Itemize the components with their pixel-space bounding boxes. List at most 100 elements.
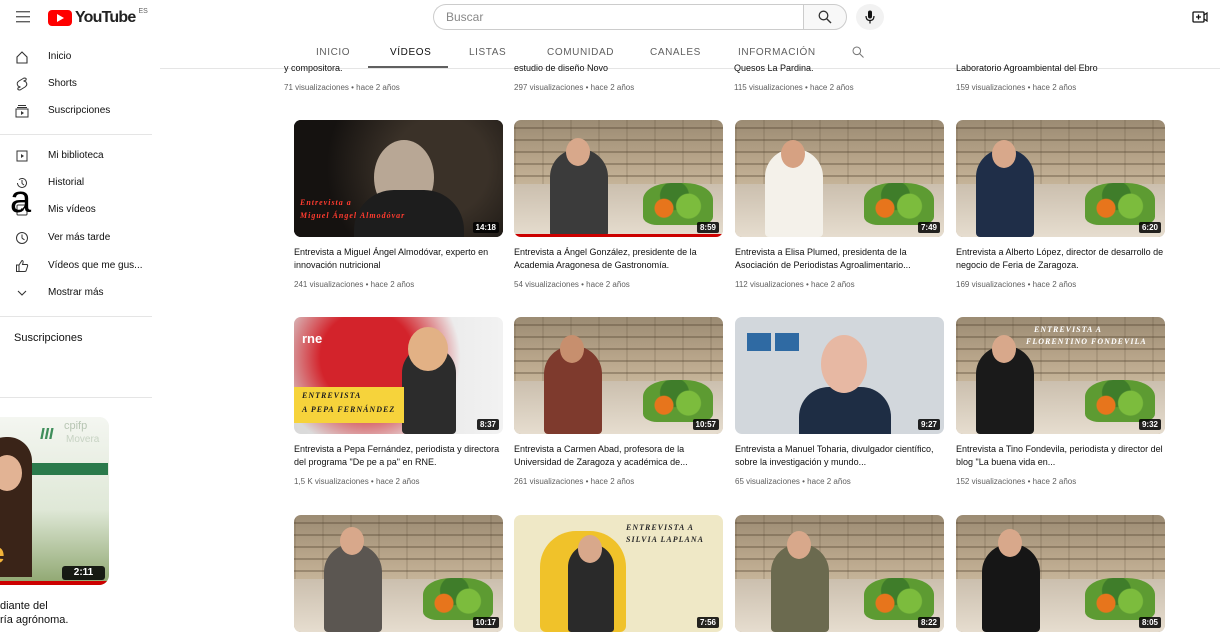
channel-search-icon[interactable] — [852, 45, 864, 63]
sidebar-item-ver-mas-tarde[interactable]: Ver más tarde — [0, 226, 160, 252]
promo-title[interactable]: diante del ría agrónoma. — [0, 599, 68, 627]
sidebar-item-biblioteca[interactable]: Mi biblioteca — [0, 144, 160, 170]
promo-thumbnail[interactable]: III cpifp Movera e — [0, 417, 109, 585]
search-button[interactable] — [803, 4, 847, 30]
sidebar-divider — [0, 134, 152, 135]
video-title[interactable]: Entrevista a Pepa Fernández, periodista … — [294, 443, 506, 469]
video-meta: 54 visualizaciones • hace 2 años — [514, 280, 630, 289]
video-thumbnail[interactable]: 9:27 — [735, 317, 944, 434]
tab-canales[interactable]: CANALES — [650, 47, 701, 58]
microphone-icon — [865, 10, 875, 24]
video-thumbnail[interactable]: 10:17 — [294, 515, 503, 632]
thumb-person-head — [408, 327, 448, 371]
video-meta: 152 visualizaciones • hace 2 años — [956, 477, 1077, 486]
video-title[interactable]: Entrevista a Tino Fondevila, periodista … — [956, 443, 1168, 469]
video-thumbnail[interactable]: 10:57 — [514, 317, 723, 434]
video-duration: 9:27 — [917, 419, 940, 430]
chevron-down-icon — [14, 286, 30, 302]
video-thumbnail[interactable]: 7:49 — [735, 120, 944, 237]
thumb-overlay-line1: ENTREVISTA A — [1034, 325, 1102, 334]
video-meta: 1,5 K visualizaciones • hace 2 años — [294, 477, 420, 486]
video-duration: 8:05 — [1138, 617, 1161, 628]
promo-banner — [28, 463, 108, 475]
shorts-icon — [14, 77, 30, 93]
video-title[interactable]: Entrevista a Alberto López, director de … — [956, 246, 1168, 272]
sidebar-item-label: Ver más tarde — [48, 232, 111, 243]
tab-comunidad[interactable]: COMUNIDAD — [547, 47, 614, 58]
promo-brand-mark: III — [40, 426, 54, 443]
thumb-overlay-line2: FLORENTINO FONDEVILA — [1026, 337, 1147, 346]
video-thumbnail[interactable]: 8:59 — [514, 120, 723, 237]
thumb-vegetables — [864, 578, 934, 620]
sidebar-divider — [0, 397, 152, 398]
video-title[interactable]: Entrevista a Carmen Abad, profesora de l… — [514, 443, 726, 469]
sidebar-item-label: Historial — [48, 177, 85, 188]
video-thumbnail[interactable]: Entrevista a Miguel Ángel Almodóvar 14:1… — [294, 120, 503, 237]
create-video-icon — [1192, 11, 1208, 23]
video-title[interactable]: Entrevista a Ángel González, presidente … — [514, 246, 726, 272]
thumbs-up-icon — [14, 259, 30, 275]
thumb-overlay-line1: ENTREVISTA — [302, 391, 362, 400]
voice-search-button[interactable] — [856, 4, 884, 30]
video-thumbnail[interactable]: ENTREVISTA A FLORENTINO FONDEVILA 9:32 — [956, 317, 1165, 434]
thumb-vegetables — [423, 578, 493, 620]
thumb-person-head — [787, 531, 811, 559]
thumb-overlay-line2: SILVIA LAPLANA — [626, 535, 704, 544]
menu-icon[interactable] — [16, 11, 30, 23]
sidebar-item-shorts[interactable]: Shorts — [0, 72, 160, 98]
video-duration: 10:57 — [692, 419, 719, 430]
sidebar-item-mostrar-mas[interactable]: Mostrar más — [0, 281, 160, 307]
youtube-logo[interactable]: YouTube ES — [48, 8, 148, 26]
sidebar-divider — [0, 316, 152, 317]
overlay-character: a — [10, 179, 32, 221]
video-title[interactable]: Entrevista a Miguel Ángel Almodóvar, exp… — [294, 246, 506, 272]
promo-brand-sub: Movera — [66, 434, 100, 445]
video-title[interactable]: estudio de diseño Novo — [514, 62, 726, 75]
promo-brand: cpifp — [64, 420, 88, 432]
video-duration: 6:20 — [1138, 222, 1161, 233]
video-title[interactable]: Laboratorio Agroambiental del Ebro — [956, 62, 1168, 75]
tab-listas[interactable]: LISTAS — [469, 47, 506, 58]
video-duration: 7:56 — [696, 617, 719, 628]
thumb-person-body — [799, 387, 891, 434]
thumb-person-head — [821, 335, 867, 393]
thumb-vegetables — [1085, 380, 1155, 422]
search-input[interactable]: Buscar — [433, 4, 804, 30]
video-thumbnail[interactable]: ENTREVISTA A SILVIA LAPLANA 7:56 — [514, 515, 723, 632]
thumb-overlay-line2: Miguel Ángel Almodóvar — [300, 211, 406, 220]
sidebar-section-title: Suscripciones — [14, 332, 83, 344]
video-meta: 115 visualizaciones • hace 2 años — [734, 83, 854, 92]
sidebar-item-suscripciones[interactable]: Suscripciones — [0, 99, 160, 125]
thumb-person — [324, 544, 382, 632]
create-video-button[interactable] — [1192, 9, 1208, 25]
video-meta: 241 visualizaciones • hace 2 años — [294, 280, 415, 289]
sidebar-item-inicio[interactable]: Inicio — [0, 45, 160, 71]
library-icon — [14, 149, 30, 165]
home-icon — [14, 50, 30, 66]
video-duration: 8:37 — [476, 419, 499, 430]
video-thumbnail[interactable]: rne ENTREVISTA A PEPA FERNÁNDEZ 8:37 — [294, 317, 503, 434]
clock-icon — [14, 231, 30, 247]
thumb-person-head — [578, 535, 602, 563]
video-duration: 2:11 — [62, 566, 105, 580]
thumb-person-head — [566, 138, 590, 166]
sidebar-item-label: Mi biblioteca — [48, 150, 104, 161]
video-thumbnail[interactable]: 8:05 — [956, 515, 1165, 632]
video-title[interactable]: y compositora. — [284, 62, 496, 75]
video-thumbnail[interactable]: 6:20 — [956, 120, 1165, 237]
video-title[interactable]: Entrevista a Manuel Toharia, divulgador … — [735, 443, 947, 469]
progress-bar — [0, 581, 109, 585]
tab-videos[interactable]: VÍDEOS — [390, 47, 431, 58]
video-title[interactable]: Quesos La Pardina. — [734, 62, 946, 75]
video-duration: 8:22 — [917, 617, 940, 628]
video-title[interactable]: Entrevista a Elisa Plumed, presidenta de… — [735, 246, 947, 272]
tab-inicio[interactable]: INICIO — [316, 47, 350, 58]
video-meta: 71 visualizaciones • hace 2 años — [284, 83, 400, 92]
sidebar-item-label: Vídeos que me gus... — [48, 260, 143, 271]
video-duration: 10:17 — [472, 617, 499, 628]
thumb-vegetables — [643, 380, 713, 422]
video-thumbnail[interactable]: 8:22 — [735, 515, 944, 632]
sidebar-item-videos-me-gustan[interactable]: Vídeos que me gus... — [0, 254, 160, 280]
thumb-person-head — [992, 140, 1016, 168]
tab-informacion[interactable]: INFORMACIÓN — [738, 47, 816, 58]
